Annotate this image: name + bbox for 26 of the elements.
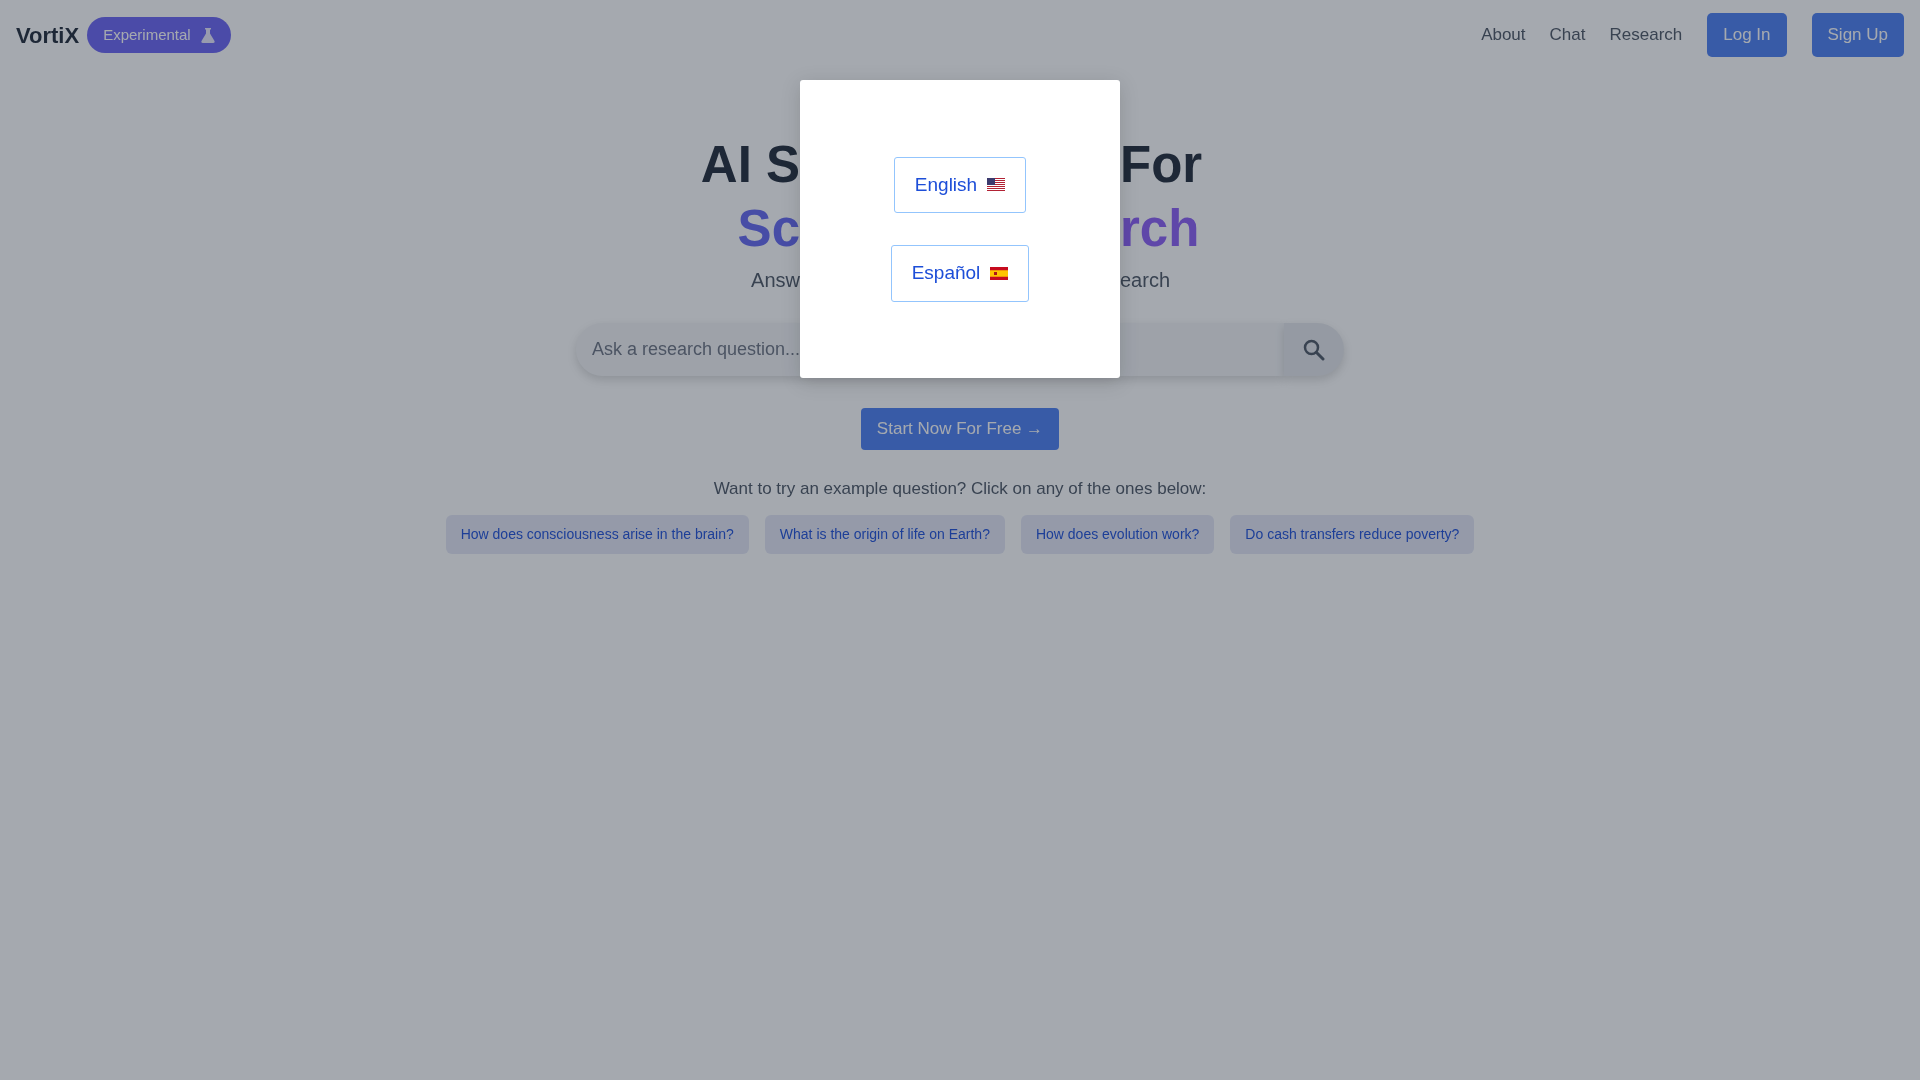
login-button[interactable]: Log In: [1707, 13, 1787, 57]
search-button[interactable]: [1284, 323, 1344, 376]
heading-text: For: [1120, 135, 1204, 195]
language-button[interactable]: English: [893, 156, 1027, 213]
signup-button[interactable]: Sign Up: [1811, 13, 1904, 57]
nav-link[interactable]: About: [1481, 22, 1526, 48]
flask-icon: [200, 27, 215, 43]
example-question-button[interactable]: Do cash transfers reduce poverty?: [1230, 515, 1475, 554]
heading-text: rch: [1120, 199, 1201, 259]
subtitle-text: Answ: [750, 268, 800, 293]
brand-logo[interactable]: VortiX: [16, 18, 80, 52]
example-question-button[interactable]: How does consciousness arise in the brain?: [445, 515, 749, 554]
search-icon: [1303, 338, 1325, 361]
example-question-button[interactable]: What is the origin of life on Earth?: [764, 515, 1005, 554]
badge-label: Experimental: [103, 24, 191, 45]
nav-link[interactable]: Chat: [1549, 22, 1586, 48]
flag-icon: [990, 266, 1009, 280]
nav-link[interactable]: Research: [1609, 22, 1683, 48]
start-button[interactable]: Start Now For Free →: [860, 408, 1060, 450]
example-question-button[interactable]: How does evolution work?: [1020, 515, 1215, 554]
flag-icon: [987, 178, 1006, 192]
language-button[interactable]: Español: [890, 245, 1030, 302]
heading-text: Sc: [736, 199, 800, 259]
subtitle-text: earch: [1120, 268, 1172, 293]
heading-text: AI S: [699, 135, 800, 195]
examples-prompt: Want to try an example question? Click on any of the ones below:: [713, 477, 1207, 500]
